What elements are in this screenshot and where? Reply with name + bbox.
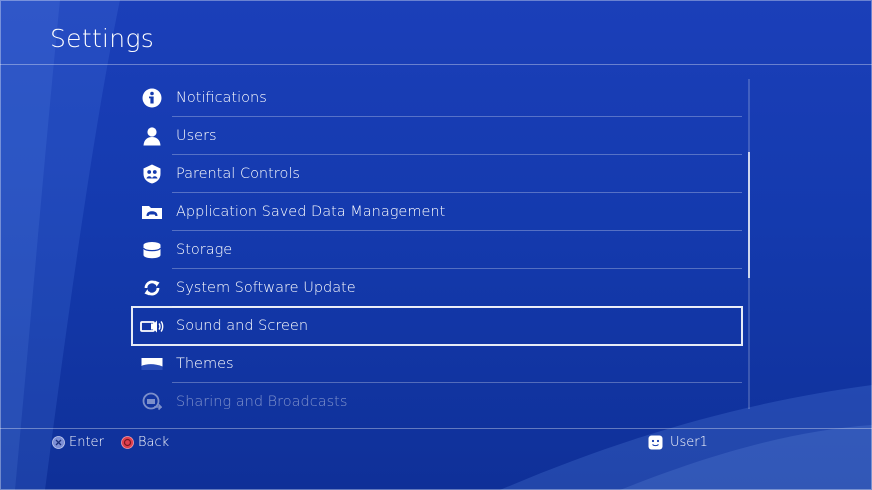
menu-item-themes[interactable]: Themes	[132, 345, 742, 383]
parental-controls-icon	[132, 155, 172, 193]
menu-item-storage[interactable]: Storage	[132, 231, 742, 269]
footer-bar: Enter Back User1	[0, 428, 872, 457]
menu-item-sharing-and-broadcasts[interactable]: Sharing and Broadcasts	[132, 383, 742, 421]
user-icon	[132, 117, 172, 155]
back-hint[interactable]: Back	[121, 435, 169, 450]
storage-icon	[132, 231, 172, 269]
menu-item-label: Sound and Screen	[176, 318, 309, 334]
menu-item-label: Application Saved Data Management	[176, 204, 446, 220]
menu-item-saved-data[interactable]: Application Saved Data Management	[132, 193, 742, 231]
menu-item-label: Users	[176, 128, 217, 144]
enter-label: Enter	[69, 435, 104, 450]
enter-hint[interactable]: Enter	[52, 435, 104, 450]
settings-menu: Notifications Users Parental Controls Ap…	[131, 79, 743, 421]
cross-button-icon	[52, 436, 65, 449]
info-icon	[132, 79, 172, 117]
circle-button-icon	[121, 436, 134, 449]
scrollbar-thumb[interactable]	[748, 152, 750, 278]
user-avatar-icon	[648, 435, 663, 450]
menu-item-sound-and-screen[interactable]: Sound and Screen	[131, 306, 743, 346]
themes-icon	[132, 345, 172, 383]
header-bar: Settings	[0, 0, 872, 65]
scrollbar[interactable]	[748, 79, 750, 409]
menu-item-label: System Software Update	[176, 280, 356, 296]
menu-item-label: Themes	[176, 356, 234, 372]
menu-item-label: Notifications	[176, 90, 267, 106]
menu-item-label: Storage	[176, 242, 233, 258]
menu-item-notifications[interactable]: Notifications	[132, 79, 742, 117]
menu-item-label: Sharing and Broadcasts	[176, 394, 348, 410]
menu-item-label: Parental Controls	[176, 166, 300, 182]
menu-item-users[interactable]: Users	[132, 117, 742, 155]
user-name: User1	[670, 435, 708, 450]
menu-item-system-software-update[interactable]: System Software Update	[132, 269, 742, 307]
settings-screen: Settings Notifications Users Parental Co…	[0, 0, 872, 490]
update-icon	[132, 269, 172, 307]
menu-item-parental-controls[interactable]: Parental Controls	[132, 155, 742, 193]
saved-data-icon	[132, 193, 172, 231]
sound-screen-icon	[132, 307, 172, 345]
sharing-icon	[132, 383, 172, 421]
user-indicator: User1	[648, 435, 708, 450]
page-title: Settings	[50, 24, 155, 53]
back-label: Back	[138, 435, 170, 450]
